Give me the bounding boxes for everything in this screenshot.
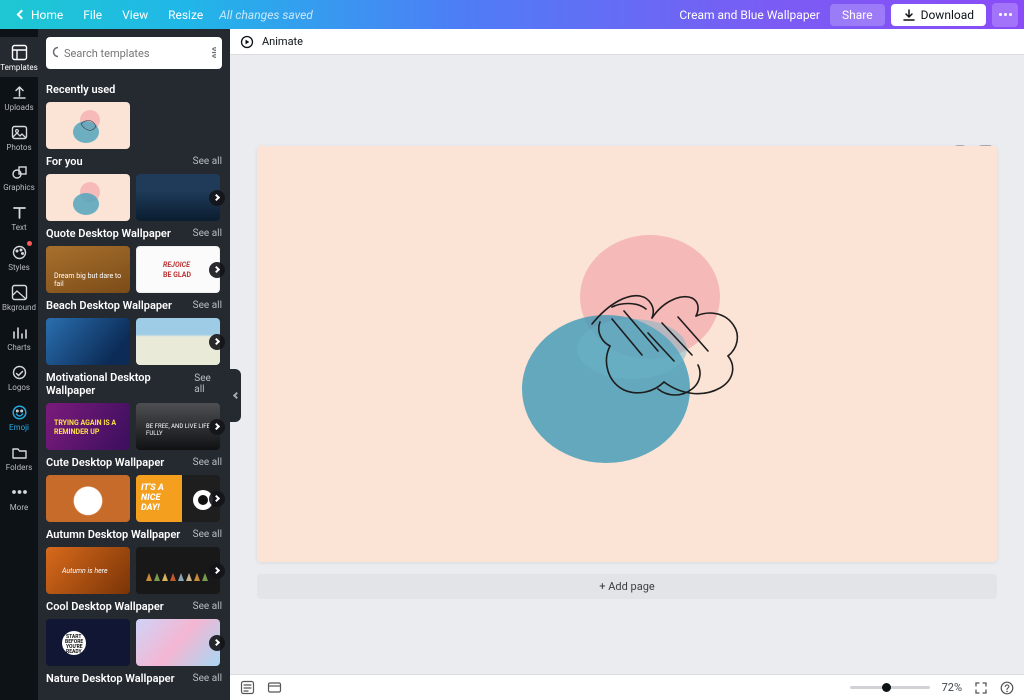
download-button[interactable]: Download [891, 4, 986, 26]
context-toolbar: Animate [230, 29, 1024, 55]
more-menu[interactable] [992, 3, 1018, 27]
rail-item-logos[interactable]: Logos [0, 357, 38, 397]
template-thumb[interactable] [136, 619, 220, 666]
zoom-level[interactable]: 72% [942, 681, 962, 694]
section-title-motiv: Motivational Desktop Wallpaper [46, 371, 194, 397]
badge-dot [27, 241, 32, 246]
row-next-button[interactable] [209, 419, 225, 435]
rail-item-charts[interactable]: Charts [0, 317, 38, 357]
home-button[interactable]: Home [8, 4, 73, 26]
more-icon [10, 483, 28, 501]
template-thumb[interactable]: Dream big but dare to fail [46, 246, 130, 293]
template-thumb[interactable] [46, 174, 130, 221]
template-thumb[interactable]: Autumn is here [46, 547, 130, 594]
template-thumb[interactable]: BE FREE, AND LIVE LIFE FULLY [136, 403, 220, 450]
row-next-button[interactable] [209, 262, 225, 278]
see-all-cute[interactable]: See all [193, 457, 222, 468]
emoji-icon [10, 403, 28, 421]
row-next-button[interactable] [209, 334, 225, 350]
see-all-autumn[interactable]: See all [193, 529, 222, 540]
rail-item-folders[interactable]: Folders [0, 437, 38, 477]
see-all-cool[interactable]: See all [193, 601, 222, 612]
add-page-button[interactable]: + Add page [257, 574, 997, 599]
canvas-area[interactable]: + Add page [230, 55, 1024, 674]
fullscreen-icon[interactable] [974, 681, 988, 695]
see-all-beach[interactable]: See all [193, 300, 222, 311]
section-title-cute: Cute Desktop Wallpaper [46, 456, 164, 469]
section-title-beach: Beach Desktop Wallpaper [46, 299, 172, 312]
row-next-button[interactable] [209, 491, 225, 507]
template-search[interactable] [46, 37, 222, 69]
charts-icon [10, 323, 28, 341]
filter-icon[interactable] [210, 46, 216, 60]
graphics-icon [10, 163, 28, 181]
rail-item-graphics[interactable]: Graphics [0, 157, 38, 197]
search-icon [52, 46, 58, 60]
top-bar: Home File View Resize All changes saved … [0, 0, 1024, 29]
canvas-page[interactable] [257, 146, 997, 562]
styles-icon [10, 243, 28, 261]
folders-icon [10, 443, 28, 461]
notes-icon[interactable] [240, 680, 255, 695]
rail-item-templates[interactable]: Templates [0, 37, 38, 77]
section-title-recent: Recently used [46, 83, 115, 96]
template-thumb[interactable]: REJOICEBE GLAD [136, 246, 220, 293]
rail-item-more[interactable]: More [0, 477, 38, 517]
template-thumb[interactable] [136, 174, 220, 221]
rail-item-photos[interactable]: Photos [0, 117, 38, 157]
section-title-cool: Cool Desktop Wallpaper [46, 600, 164, 613]
text-icon [10, 203, 28, 221]
template-thumb[interactable] [46, 102, 130, 149]
see-all-quote[interactable]: See all [193, 228, 222, 239]
bkground-icon [10, 283, 28, 301]
section-title-foryou: For you [46, 155, 83, 168]
rail-item-uploads[interactable]: Uploads [0, 77, 38, 117]
pages-icon[interactable] [267, 680, 282, 695]
download-icon [903, 9, 915, 21]
share-button[interactable]: Share [830, 4, 885, 26]
template-thumb[interactable] [46, 475, 130, 522]
artwork[interactable] [462, 189, 792, 519]
uploads-icon [10, 83, 28, 101]
editor-main: Animate [230, 29, 1024, 700]
row-next-button[interactable] [209, 190, 225, 206]
section-title-autumn: Autumn Desktop Wallpaper [46, 528, 180, 541]
see-all-motiv[interactable]: See all [194, 373, 222, 395]
see-all-nature[interactable]: See all [193, 673, 222, 684]
rail-item-emoji[interactable]: Emoji [0, 397, 38, 437]
file-menu[interactable]: File [73, 4, 112, 26]
template-thumb[interactable] [46, 318, 130, 365]
zoom-slider[interactable] [850, 686, 930, 689]
status-bar: 72% [230, 674, 1024, 700]
template-thumb[interactable]: IT'S ANICEDAY! [136, 475, 220, 522]
templates-icon [10, 43, 28, 61]
row-next-button[interactable] [209, 635, 225, 651]
animate-icon [240, 35, 254, 49]
row-next-button[interactable] [209, 563, 225, 579]
template-thumb[interactable]: STARTBEFOREYOU'REREADY [46, 619, 130, 666]
templates-panel: Recently used For you See all Quote Deskt… [38, 29, 230, 700]
photos-icon [10, 123, 28, 141]
rail-item-bkground[interactable]: Bkground [0, 277, 38, 317]
rail-item-styles[interactable]: Styles [0, 237, 38, 277]
template-thumb[interactable]: TRYING AGAIN IS AREMINDER UP [46, 403, 130, 450]
rail-item-text[interactable]: Text [0, 197, 38, 237]
animate-button[interactable]: Animate [262, 35, 303, 48]
template-thumb[interactable] [136, 547, 220, 594]
logos-icon [10, 363, 28, 381]
home-label: Home [31, 8, 63, 22]
view-menu[interactable]: View [112, 4, 158, 26]
section-title-quote: Quote Desktop Wallpaper [46, 227, 171, 240]
see-all-foryou[interactable]: See all [193, 156, 222, 167]
tool-rail: TemplatesUploadsPhotosGraphicsTextStyles… [0, 29, 38, 700]
document-title[interactable]: Cream and Blue Wallpaper [679, 8, 820, 22]
template-thumb[interactable] [136, 318, 220, 365]
section-title-nature: Nature Desktop Wallpaper [46, 672, 175, 685]
resize-menu[interactable]: Resize [158, 4, 213, 26]
chevron-left-icon [17, 10, 27, 20]
help-icon[interactable] [1000, 681, 1014, 695]
save-status: All changes saved [219, 8, 313, 22]
template-search-input[interactable] [64, 47, 204, 60]
